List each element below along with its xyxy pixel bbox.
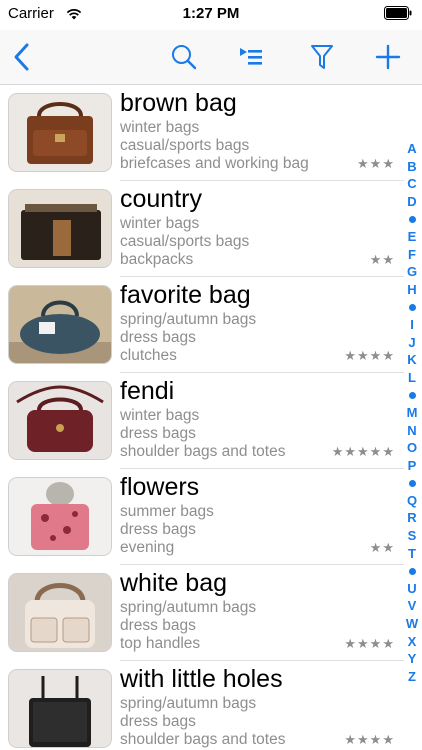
- bag-thumbnail: [8, 669, 112, 748]
- item-season: winter bags: [120, 119, 200, 136]
- rating-stars: ★★★★: [344, 636, 395, 651]
- sort-list-icon: [240, 48, 262, 65]
- item-season: winter bags: [120, 215, 200, 232]
- battery-icon: [384, 6, 412, 20]
- index-letter[interactable]: M: [404, 404, 420, 422]
- index-letter[interactable]: U: [404, 580, 420, 598]
- index-dot[interactable]: [404, 562, 420, 580]
- search-button[interactable]: [167, 40, 201, 74]
- back-button[interactable]: [4, 40, 38, 74]
- bag-thumbnail: [8, 381, 112, 460]
- alphabet-index[interactable]: A B C D E F G H I J K L M N O P Q R S T …: [404, 140, 420, 685]
- index-letter[interactable]: Z: [404, 668, 420, 686]
- item-type: evening: [120, 539, 175, 556]
- list-item[interactable]: with little holes spring/autumn bags dre…: [0, 661, 404, 750]
- list-item[interactable]: favorite bag spring/autumn bags dress ba…: [0, 277, 404, 373]
- index-letter[interactable]: L: [404, 369, 420, 387]
- index-dot[interactable]: [404, 386, 420, 404]
- item-season: spring/autumn bags: [120, 599, 257, 616]
- item-category: casual/sports bags: [120, 233, 250, 250]
- index-dot[interactable]: [404, 210, 420, 228]
- item-season: winter bags: [120, 407, 200, 424]
- navigation-bar: [0, 30, 422, 85]
- item-title: white bag: [120, 569, 228, 597]
- rating-stars: ★★★★★: [331, 444, 395, 459]
- item-category: casual/sports bags: [120, 137, 250, 154]
- index-letter[interactable]: D: [404, 193, 420, 211]
- item-type: top handles: [120, 635, 201, 652]
- item-title: flowers: [120, 473, 200, 501]
- item-season: spring/autumn bags: [120, 695, 257, 712]
- index-letter[interactable]: K: [404, 351, 420, 369]
- item-category: dress bags: [120, 329, 196, 346]
- index-dot[interactable]: [404, 298, 420, 316]
- index-letter[interactable]: E: [404, 228, 420, 246]
- bag-thumbnail: [8, 573, 112, 652]
- rating-stars: ★★★★: [344, 732, 395, 747]
- index-letter[interactable]: X: [404, 633, 420, 651]
- rating-stars: ★★: [369, 252, 395, 267]
- index-letter[interactable]: T: [404, 545, 420, 563]
- item-title: fendi: [120, 377, 175, 405]
- list-item[interactable]: flowers summer bags dress bags evening ★…: [0, 469, 404, 565]
- index-dot[interactable]: [404, 474, 420, 492]
- rating-stars: ★★: [369, 540, 395, 555]
- item-type: shoulder bags and totes: [120, 731, 286, 748]
- item-category: dress bags: [120, 617, 196, 634]
- index-letter[interactable]: B: [404, 158, 420, 176]
- list-item[interactable]: fendi winter bags dress bags shoulder ba…: [0, 373, 404, 469]
- item-type: backpacks: [120, 251, 194, 268]
- item-category: dress bags: [120, 713, 196, 730]
- status-bar: Carrier 1:27 PM: [0, 0, 422, 30]
- bag-list: brown bag winter bags casual/sports bags…: [0, 85, 404, 750]
- index-letter[interactable]: Q: [404, 492, 420, 510]
- item-category: dress bags: [120, 425, 196, 442]
- index-letter[interactable]: O: [404, 439, 420, 457]
- chevron-left-icon: [14, 43, 29, 71]
- item-title: country: [120, 185, 202, 213]
- index-letter[interactable]: H: [404, 281, 420, 299]
- list-item[interactable]: white bag spring/autumn bags dress bags …: [0, 565, 404, 661]
- list-item[interactable]: brown bag winter bags casual/sports bags…: [0, 85, 404, 181]
- item-title: favorite bag: [120, 281, 251, 309]
- index-letter[interactable]: W: [404, 615, 420, 633]
- index-letter[interactable]: C: [404, 175, 420, 193]
- bag-thumbnail: [8, 93, 112, 172]
- index-letter[interactable]: S: [404, 527, 420, 545]
- item-type: clutches: [120, 347, 177, 364]
- index-letter[interactable]: N: [404, 422, 420, 440]
- index-letter[interactable]: V: [404, 597, 420, 615]
- status-time: 1:27 PM: [182, 5, 240, 22]
- index-letter[interactable]: P: [404, 457, 420, 475]
- item-type: briefcases and working bag: [120, 155, 309, 172]
- bag-thumbnail: [8, 285, 112, 364]
- item-season: spring/autumn bags: [120, 311, 257, 328]
- index-letter[interactable]: A: [404, 140, 420, 158]
- item-season: summer bags: [120, 503, 214, 520]
- rating-stars: ★★★★: [344, 348, 395, 363]
- item-type: shoulder bags and totes: [120, 443, 286, 460]
- index-letter[interactable]: R: [404, 509, 420, 527]
- filter-button[interactable]: [305, 40, 339, 74]
- plus-icon: [375, 44, 401, 70]
- list-item[interactable]: country winter bags casual/sports bags b…: [0, 181, 404, 277]
- index-letter[interactable]: G: [404, 263, 420, 281]
- add-button[interactable]: [371, 40, 405, 74]
- item-category: dress bags: [120, 521, 196, 538]
- rating-stars: ★★★: [357, 156, 395, 171]
- index-letter[interactable]: F: [404, 246, 420, 264]
- index-letter[interactable]: I: [404, 316, 420, 334]
- bag-thumbnail: [8, 477, 112, 556]
- index-letter[interactable]: J: [404, 334, 420, 352]
- filter-icon: [311, 45, 333, 69]
- sort-button[interactable]: [233, 40, 267, 74]
- item-title: brown bag: [120, 89, 237, 117]
- index-letter[interactable]: Y: [404, 650, 420, 668]
- item-title: with little holes: [120, 665, 283, 693]
- bag-thumbnail: [8, 189, 112, 268]
- search-icon: [172, 45, 197, 70]
